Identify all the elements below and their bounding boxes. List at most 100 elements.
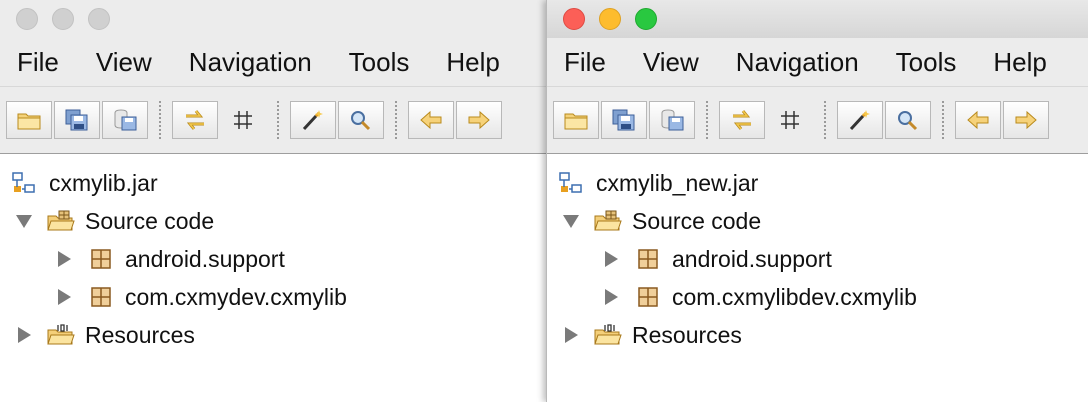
window-controls bbox=[563, 8, 657, 30]
sync-button[interactable] bbox=[719, 101, 765, 139]
crosshair-grid-icon bbox=[781, 111, 799, 129]
back-button[interactable] bbox=[955, 101, 1001, 139]
close-button[interactable] bbox=[563, 8, 585, 30]
tree-resources[interactable]: Resources bbox=[0, 316, 548, 354]
open-file-icon bbox=[17, 113, 41, 130]
tree-package-label: android.support bbox=[125, 245, 285, 272]
back-arrow-icon bbox=[420, 110, 442, 130]
tree-root-label: cxmylib_new.jar bbox=[596, 169, 759, 196]
tree-root-label: cxmylib.jar bbox=[49, 169, 158, 196]
open-file-button[interactable] bbox=[553, 101, 599, 139]
collapse-arrow-icon[interactable] bbox=[601, 287, 621, 307]
project-tree: cxmylib_new.jar Source code android.supp… bbox=[547, 153, 1088, 402]
decompiler-window-right: File View Navigation Tools Help cxmylib_… bbox=[546, 0, 1088, 402]
tree-package-label: android.support bbox=[672, 245, 832, 272]
menu-file[interactable]: File bbox=[555, 47, 615, 78]
tree-source-code[interactable]: Source code bbox=[547, 202, 1088, 240]
menu-file[interactable]: File bbox=[8, 47, 68, 78]
decompiler-window-left: File View Navigation Tools Help cxmylib.… bbox=[0, 0, 548, 402]
expand-arrow-icon[interactable] bbox=[561, 211, 581, 231]
search-button[interactable] bbox=[885, 101, 931, 139]
menu-view[interactable]: View bbox=[87, 47, 161, 78]
tree-source-code-label: Source code bbox=[85, 207, 215, 234]
grid-button[interactable] bbox=[767, 101, 813, 139]
collapse-arrow-icon[interactable] bbox=[14, 325, 34, 345]
tree-package[interactable]: com.cxmydev.cxmylib bbox=[0, 278, 548, 316]
grid-button[interactable] bbox=[220, 101, 266, 139]
toolbar bbox=[547, 87, 1088, 154]
minimize-button[interactable] bbox=[599, 8, 621, 30]
collapse-arrow-icon[interactable] bbox=[54, 287, 74, 307]
title-bar bbox=[547, 0, 1088, 38]
magic-wand-icon bbox=[849, 110, 870, 131]
package-icon bbox=[86, 284, 116, 310]
sync-arrows-icon bbox=[186, 110, 204, 130]
menu-help[interactable]: Help bbox=[984, 47, 1055, 78]
collapse-arrow-icon[interactable] bbox=[561, 325, 581, 345]
magic-wand-button[interactable] bbox=[290, 101, 336, 139]
zoom-button[interactable] bbox=[635, 8, 657, 30]
tree-package[interactable]: com.cxmylibdev.cxmylib bbox=[547, 278, 1088, 316]
collapse-arrow-icon[interactable] bbox=[54, 249, 74, 269]
forward-arrow-icon bbox=[1015, 110, 1037, 130]
collapse-arrow-icon[interactable] bbox=[601, 249, 621, 269]
menu-view[interactable]: View bbox=[634, 47, 708, 78]
project-tree: cxmylib.jar Source code android.support … bbox=[0, 153, 548, 402]
title-bar bbox=[0, 0, 548, 38]
search-button[interactable] bbox=[338, 101, 384, 139]
save-button[interactable] bbox=[102, 101, 148, 139]
tree-source-code-label: Source code bbox=[632, 207, 762, 234]
menu-bar: File View Navigation Tools Help bbox=[547, 38, 1088, 87]
zoom-button[interactable] bbox=[88, 8, 110, 30]
search-icon bbox=[898, 111, 918, 131]
tree-resources-label: Resources bbox=[85, 321, 195, 348]
open-file-button[interactable] bbox=[6, 101, 52, 139]
forward-button[interactable] bbox=[456, 101, 502, 139]
toolbar-separator bbox=[395, 101, 397, 139]
jar-icon bbox=[10, 170, 40, 196]
resources-folder-icon bbox=[593, 322, 623, 348]
menu-navigation[interactable]: Navigation bbox=[727, 47, 868, 78]
tree-root[interactable]: cxmylib_new.jar bbox=[547, 164, 1088, 202]
crosshair-grid-icon bbox=[234, 111, 252, 129]
save-all-button[interactable] bbox=[601, 101, 647, 139]
tree-package[interactable]: android.support bbox=[547, 240, 1088, 278]
toolbar-separator bbox=[159, 101, 161, 139]
tree-root[interactable]: cxmylib.jar bbox=[0, 164, 548, 202]
tree-resources[interactable]: Resources bbox=[547, 316, 1088, 354]
tree-package[interactable]: android.support bbox=[0, 240, 548, 278]
package-icon bbox=[633, 284, 663, 310]
menu-navigation[interactable]: Navigation bbox=[180, 47, 321, 78]
window-controls bbox=[16, 8, 110, 30]
menu-tools[interactable]: Tools bbox=[340, 47, 419, 78]
tree-package-label: com.cxmydev.cxmylib bbox=[125, 283, 347, 310]
save-button[interactable] bbox=[649, 101, 695, 139]
expand-arrow-icon[interactable] bbox=[14, 211, 34, 231]
magic-wand-button[interactable] bbox=[837, 101, 883, 139]
back-arrow-icon bbox=[967, 110, 989, 130]
tree-source-code[interactable]: Source code bbox=[0, 202, 548, 240]
toolbar-separator bbox=[277, 101, 279, 139]
forward-button[interactable] bbox=[1003, 101, 1049, 139]
close-button[interactable] bbox=[16, 8, 38, 30]
package-icon bbox=[86, 246, 116, 272]
toolbar bbox=[0, 87, 548, 154]
menu-bar: File View Navigation Tools Help bbox=[0, 38, 548, 87]
jar-icon bbox=[557, 170, 587, 196]
menu-help[interactable]: Help bbox=[437, 47, 508, 78]
save-all-icon bbox=[612, 109, 635, 131]
menu-tools[interactable]: Tools bbox=[887, 47, 966, 78]
tree-resources-label: Resources bbox=[632, 321, 742, 348]
save-all-button[interactable] bbox=[54, 101, 100, 139]
minimize-button[interactable] bbox=[52, 8, 74, 30]
sync-button[interactable] bbox=[172, 101, 218, 139]
save-icon bbox=[114, 109, 137, 131]
search-icon bbox=[351, 111, 371, 131]
toolbar-separator bbox=[942, 101, 944, 139]
source-folder-icon bbox=[593, 208, 623, 234]
sync-arrows-icon bbox=[733, 110, 751, 130]
source-folder-icon bbox=[46, 208, 76, 234]
back-button[interactable] bbox=[408, 101, 454, 139]
toolbar-separator bbox=[706, 101, 708, 139]
save-icon bbox=[661, 109, 684, 131]
